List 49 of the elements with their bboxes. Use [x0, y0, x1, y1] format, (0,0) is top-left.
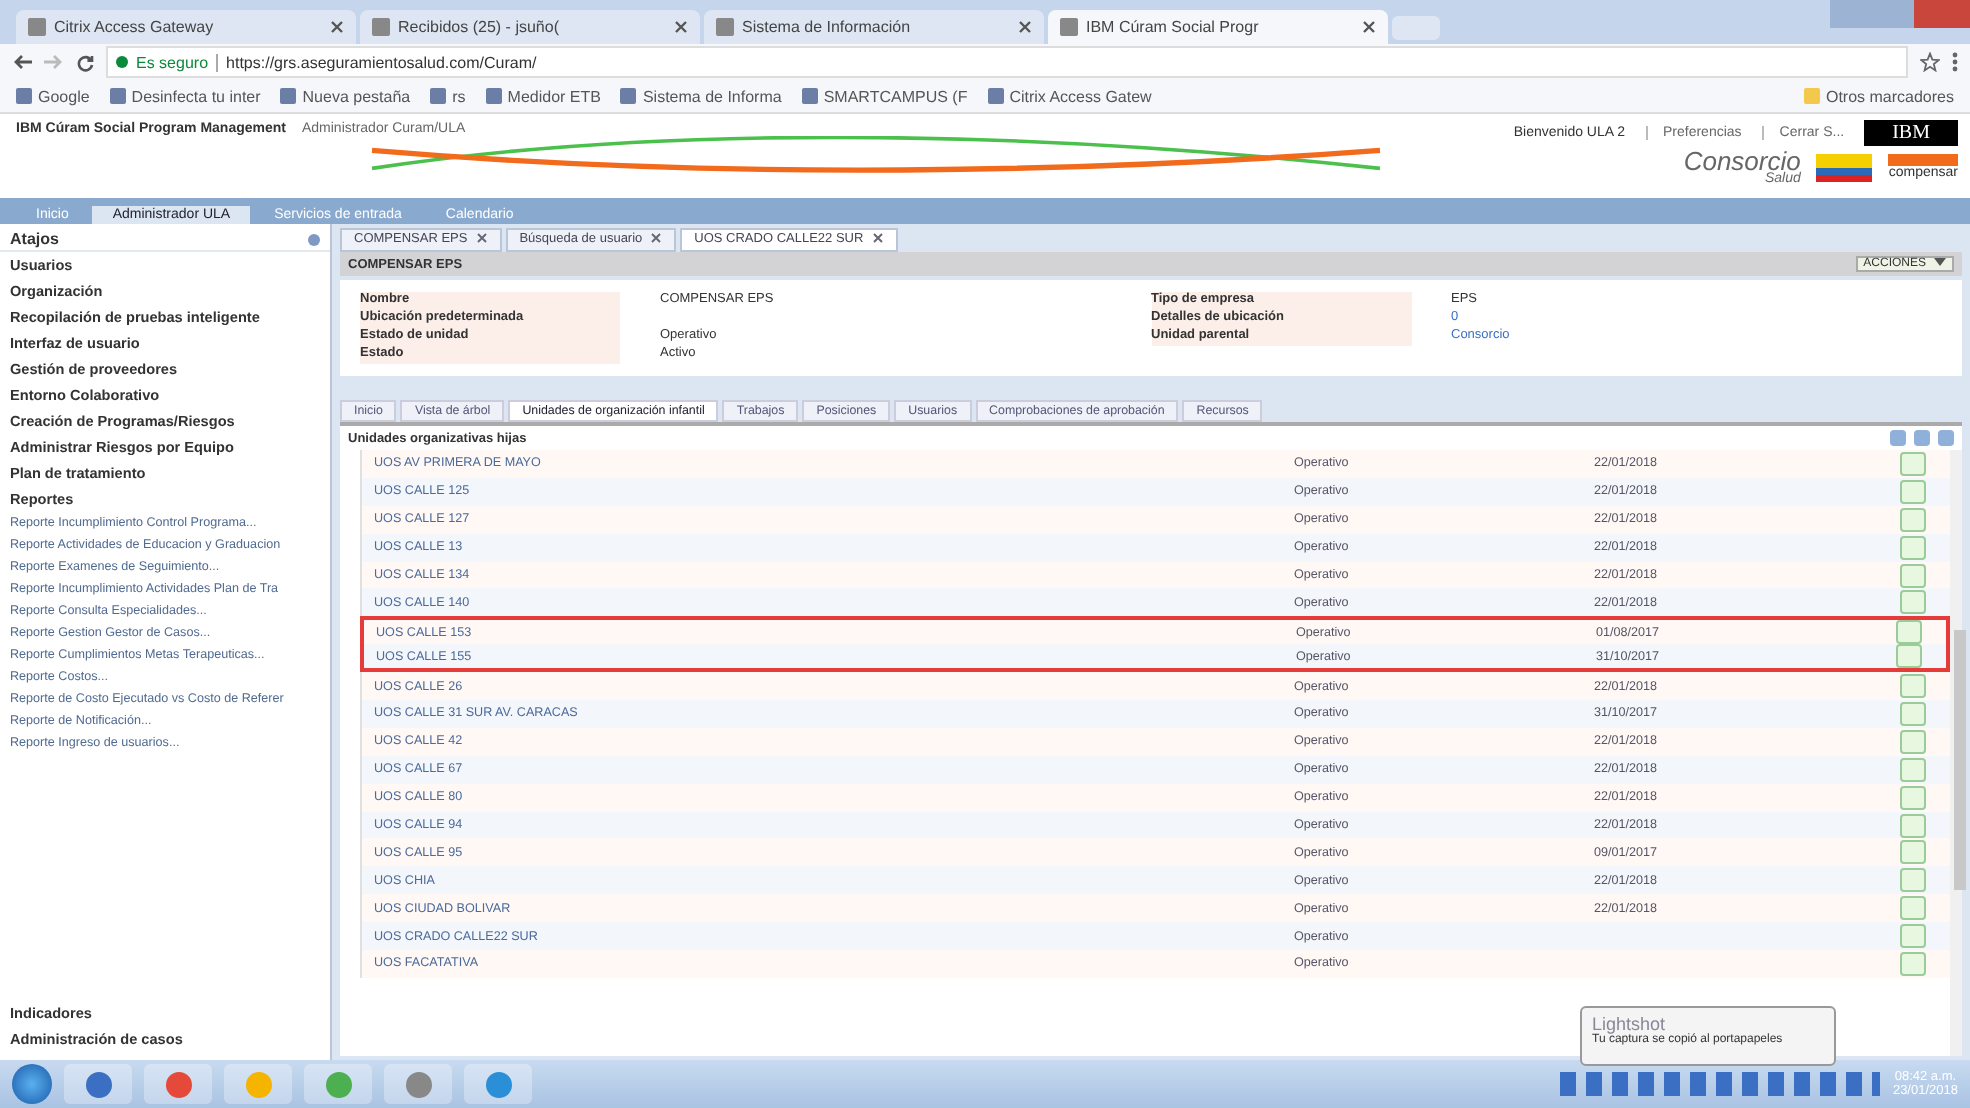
close-icon[interactable] — [871, 232, 884, 245]
close-icon[interactable] — [650, 232, 663, 245]
bookmark[interactable]: Sistema de Informa — [620, 87, 782, 105]
secure-label: Es seguro — [136, 53, 219, 71]
close-icon[interactable] — [330, 20, 344, 34]
scrollbar[interactable] — [1950, 450, 1962, 1056]
start-button[interactable] — [12, 1064, 52, 1104]
page-icon — [372, 18, 390, 36]
lock-icon — [116, 56, 128, 68]
collapse-icon[interactable] — [308, 233, 320, 245]
browser-tab[interactable]: Citrix Access Gateway — [16, 10, 356, 44]
taskbar-app-icon[interactable] — [304, 1064, 372, 1104]
bookmark-folder[interactable]: Otros marcadores — [1803, 87, 1954, 105]
notification-title: Lightshot — [1592, 1014, 1668, 1034]
forward-icon[interactable] — [44, 54, 64, 70]
browser-tab[interactable]: IBM Cúram Social Progr — [1048, 10, 1388, 44]
system-tray-icons[interactable] — [1560, 1072, 1881, 1096]
flag-logo-icon — [1816, 153, 1873, 182]
page-icon — [1060, 18, 1078, 36]
close-icon[interactable] — [475, 232, 488, 245]
bookmark[interactable]: rs — [430, 87, 466, 105]
bookmark[interactable]: Desinfecta tu inter — [109, 87, 261, 105]
close-icon[interactable] — [1362, 20, 1376, 34]
sidebar-title: Atajos — [10, 230, 59, 248]
vendor-logo: IBM — [1864, 120, 1958, 146]
taskbar-app-icon[interactable] — [464, 1064, 532, 1104]
page-icon — [716, 18, 734, 36]
browser-tab[interactable]: Sistema de Información — [704, 10, 1044, 44]
bookmark[interactable]: SMARTCAMPUS (F — [801, 87, 968, 105]
close-icon[interactable] — [674, 20, 688, 34]
taskbar-app-icon[interactable] — [384, 1064, 452, 1104]
menu-icon[interactable] — [1952, 52, 1958, 72]
bookmark[interactable]: Nueva pestaña — [280, 87, 411, 105]
taskbar-app-icon[interactable] — [144, 1064, 212, 1104]
close-icon[interactable] — [1018, 20, 1032, 34]
url-text: https://grs.aseguramientosalud.com/Curam/ — [226, 53, 537, 71]
caret-icon — [1934, 258, 1946, 267]
bookmark[interactable]: Citrix Access Gatew — [987, 87, 1152, 105]
back-icon[interactable] — [12, 54, 32, 70]
address-bar[interactable]: Es seguro https://grs.aseguramientosalud.com/Curam/ — [106, 46, 1908, 78]
window-controls[interactable] — [1830, 0, 1970, 28]
bookmark[interactable]: Medidor ETB — [485, 87, 601, 105]
bookmark[interactable]: Google — [16, 87, 90, 105]
taskbar-app-icon[interactable] — [64, 1064, 132, 1104]
reload-icon[interactable] — [76, 53, 94, 71]
page-icon — [28, 18, 46, 36]
new-tab-button[interactable] — [1392, 16, 1440, 40]
browser-tab[interactable]: Recibidos (25) - jsuño( — [360, 10, 700, 44]
star-icon[interactable] — [1920, 52, 1940, 72]
